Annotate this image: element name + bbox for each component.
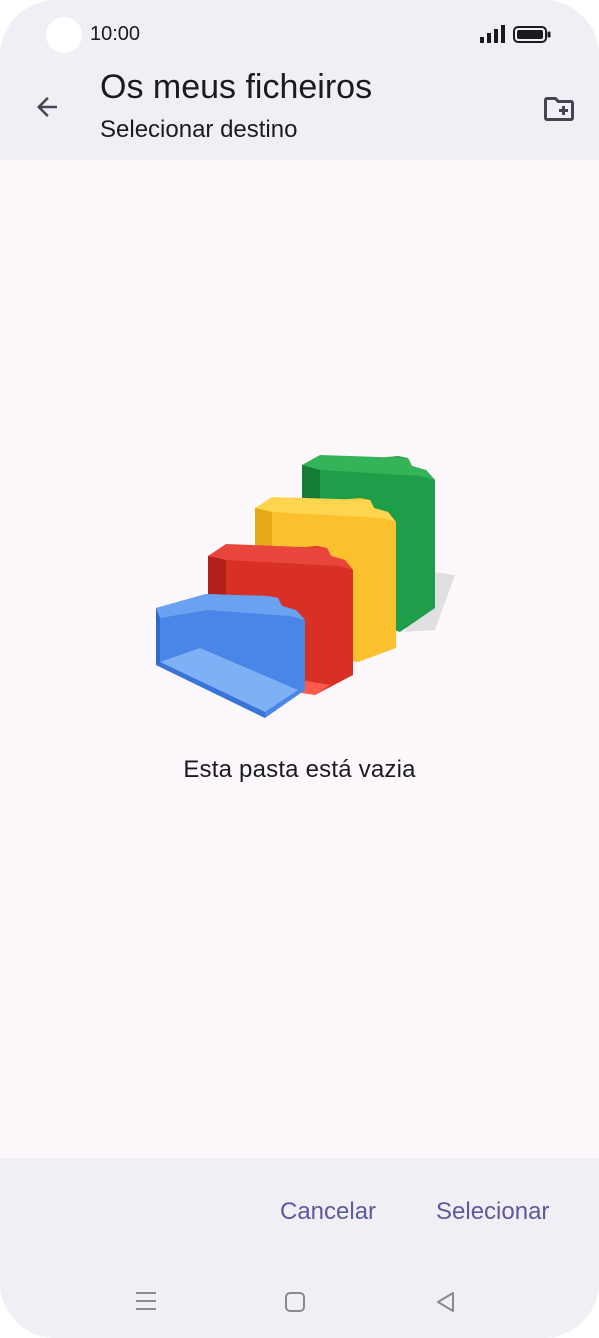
- page-subtitle: Selecionar destino: [100, 116, 298, 143]
- cancel-button[interactable]: Cancelar: [280, 1198, 376, 1226]
- status-time: 10:00: [90, 23, 141, 45]
- battery-icon: [513, 26, 551, 43]
- new-folder-button[interactable]: [536, 86, 582, 132]
- folder-add-icon: [544, 97, 574, 121]
- back-button[interactable]: [24, 84, 70, 130]
- empty-folders-illustration: [156, 455, 455, 718]
- bottom-action-bar: Cancelar Selecionar: [0, 1158, 599, 1338]
- select-button[interactable]: Selecionar: [436, 1198, 549, 1226]
- nav-back-icon[interactable]: [434, 1290, 458, 1314]
- recent-apps-icon[interactable]: [134, 1290, 158, 1312]
- empty-folder-message: Esta pasta está vazia: [183, 756, 416, 783]
- signal-icon: [480, 25, 505, 43]
- phone-screen: 10:00 Os meus ficheiros Selecionar desti…: [0, 0, 599, 1338]
- status-bar: 10:00: [0, 0, 599, 56]
- arrow-back-icon: [37, 97, 57, 117]
- app-bar: Os meus ficheiros Selecionar destino: [0, 56, 599, 160]
- page-title: Os meus ficheiros: [100, 68, 373, 106]
- folder-content: Esta pasta está vazia: [0, 160, 599, 1158]
- camera-cutout: [46, 17, 82, 53]
- home-icon[interactable]: [284, 1291, 306, 1313]
